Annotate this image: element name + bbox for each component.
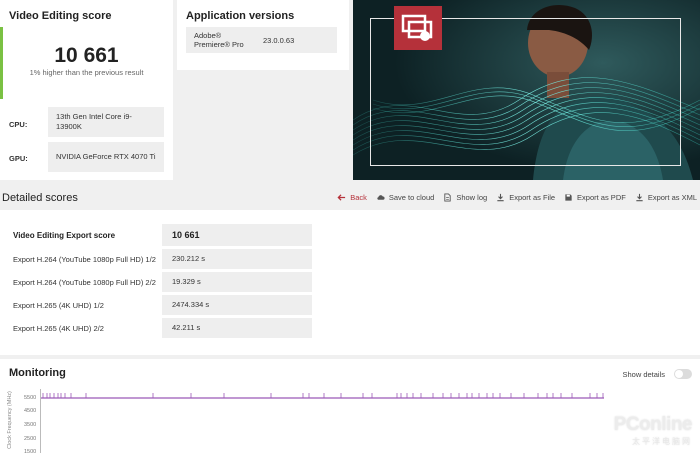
y-tick: 2500 [24,436,37,442]
watermark: PConline 太平洋电脑网 [613,414,693,447]
show-log-label: Show log [456,193,488,202]
back-button[interactable]: Back [337,193,367,202]
application-versions-card: Application versions Adobe® Premiere® Pr… [177,0,349,70]
save-to-cloud-button[interactable]: Save to cloud [376,193,434,202]
cpu-value: 13th Gen Intel Core i9-13900K [48,107,164,137]
cpu-label: CPU: [9,120,28,129]
score-row-label: Export H.265 (4K UHD) 1/2 [13,301,104,310]
score-card-title: Video Editing score [9,10,112,22]
score-row-label: Video Editing Export score [13,231,116,240]
gpu-value: NVIDIA GeForce RTX 4070 Ti [48,142,164,172]
results-toolbar: Back Save to cloud Show log Export as Fi… [337,193,697,202]
download-icon [497,193,504,202]
y-tick: 1500 [24,449,37,453]
detailed-scores-title: Detailed scores [2,192,78,204]
score-row-label: Export H.264 (YouTube 1080p Full HD) 2/2 [13,278,156,287]
show-details-toggle[interactable] [674,369,692,379]
export-pdf-label: Export as PDF [577,193,626,202]
save-to-cloud-label: Save to cloud [388,193,435,202]
score-value: 10 661 [54,44,119,67]
y-tick: 5500 [24,395,37,401]
export-xml-button[interactable]: Export as XML [635,193,697,202]
presentation-play-icon [394,6,442,50]
download-icon [636,193,643,202]
gpu-label: GPU: [9,154,28,163]
score-row-value: 2474.334 s [162,295,312,315]
document-icon [444,193,451,202]
back-arrow-icon [337,194,346,201]
app-name: Adobe® Premiere® Pro [194,31,244,49]
score-row-value: 19.329 s [162,272,312,292]
monitoring-title: Monitoring [9,367,66,379]
score-comparison: 1% higher than the previous result [29,68,144,77]
export-pdf-button[interactable]: Export as PDF [564,193,626,202]
floppy-icon [565,194,572,201]
back-label: Back [350,193,367,202]
score-row-value: 42.211 s [162,318,312,338]
score-row-value: 230.212 s [162,249,312,269]
score-row-label: Export H.265 (4K UHD) 2/2 [13,324,104,333]
app-version: 23.0.0.63 [263,36,295,45]
monitoring-panel: Monitoring Show details Clock Frequency … [0,359,700,453]
score-row-value: 10 661 [162,224,312,246]
y-tick: 3500 [24,422,37,428]
watermark-sub: 太平洋电脑网 [632,437,692,446]
app-versions-title: Application versions [186,10,295,22]
app-version-row: Adobe® Premiere® Pro 23.0.0.63 [186,27,337,53]
watermark-main: PConline [613,414,693,435]
clock-frequency-plot [41,393,604,399]
show-details-label: Show details [622,370,665,379]
show-log-button[interactable]: Show log [443,193,487,202]
export-file-label: Export as File [509,193,556,202]
hero-image [353,0,700,180]
export-xml-label: Export as XML [647,193,697,202]
y-axis-label: Clock Frequency (MHz) [7,391,13,449]
y-tick: 4500 [24,408,37,414]
score-row-label: Export H.264 (YouTube 1080p Full HD) 1/2 [13,255,156,264]
video-editing-score-card: Video Editing score 10 661 1% higher tha… [0,0,173,180]
cloud-icon [377,195,385,200]
export-file-button[interactable]: Export as File [496,193,555,202]
y-axis-title: Clock Frequency (MHz) [5,387,13,453]
detailed-scores-panel: Video Editing Export score 10 661 Export… [0,210,700,355]
